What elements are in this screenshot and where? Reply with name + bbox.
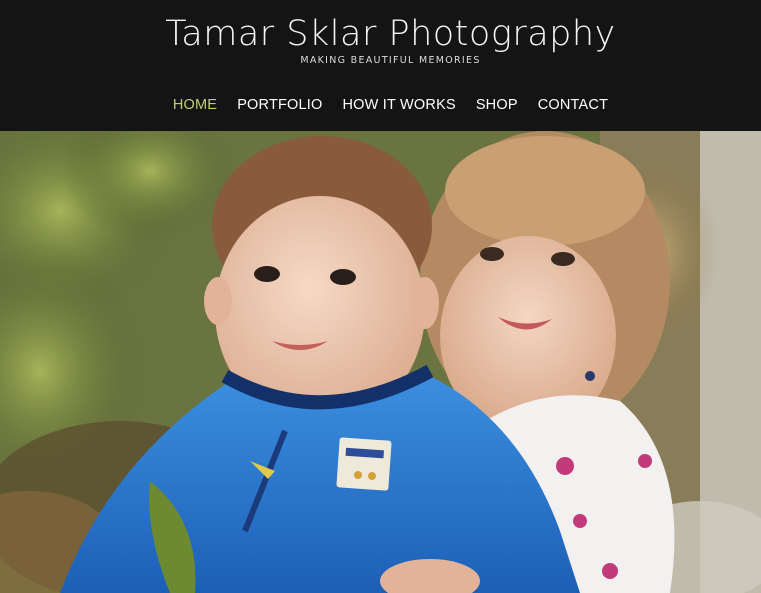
- site-title[interactable]: Tamar Sklar Photography: [0, 12, 761, 56]
- hero-illustration: [0, 131, 761, 593]
- nav-item-home[interactable]: HOME: [173, 95, 217, 115]
- main-nav: HOME PORTFOLIO HOW IT WORKS SHOP CONTACT: [0, 95, 761, 115]
- site-tagline: MAKING BEAUTIFUL MEMORIES: [300, 55, 481, 66]
- nav-item-contact[interactable]: CONTACT: [538, 95, 608, 115]
- site-header: Tamar Sklar Photography MAKING BEAUTIFUL…: [0, 0, 761, 131]
- nav-item-portfolio[interactable]: PORTFOLIO: [237, 95, 322, 115]
- nav-item-how-it-works[interactable]: HOW IT WORKS: [343, 95, 456, 115]
- hero-photo: [0, 131, 761, 593]
- nav-item-shop[interactable]: SHOP: [476, 95, 518, 115]
